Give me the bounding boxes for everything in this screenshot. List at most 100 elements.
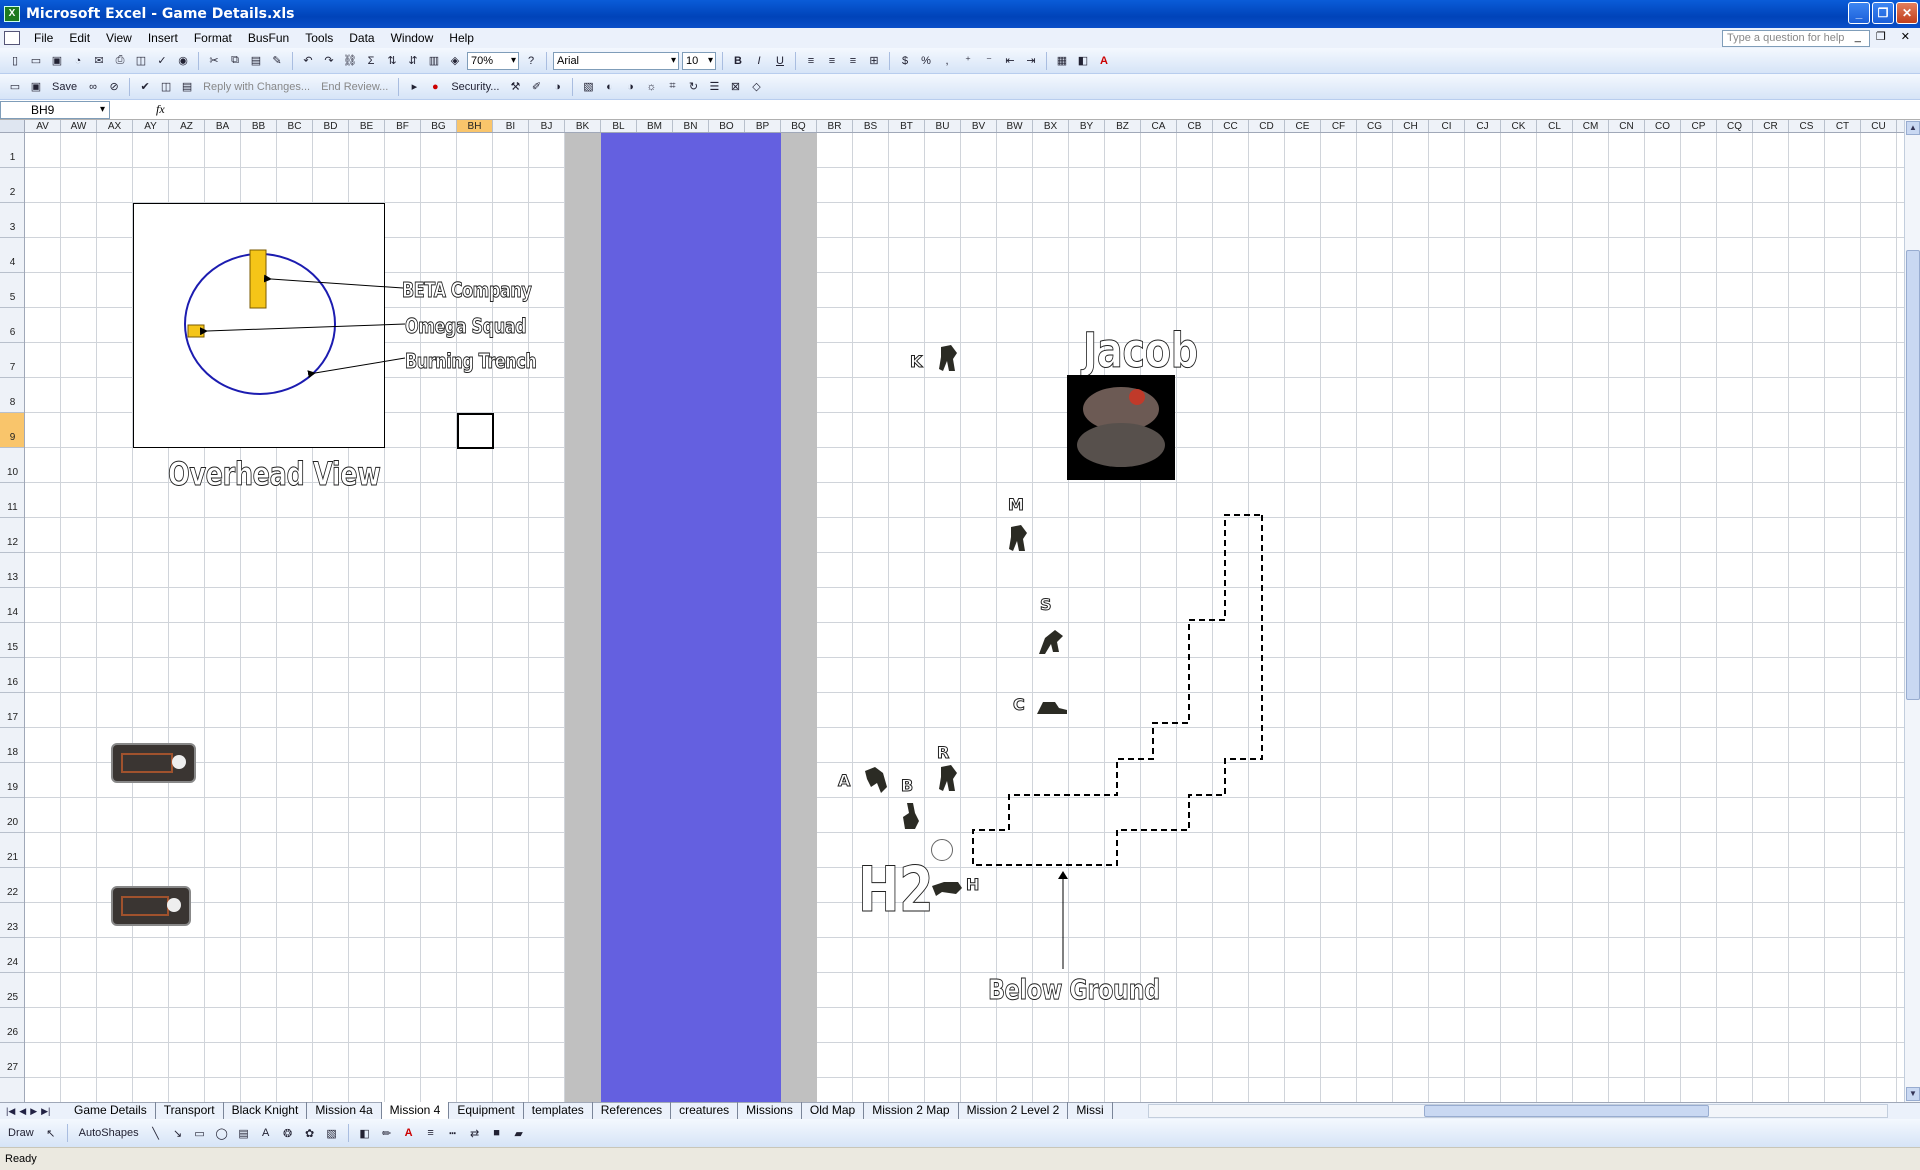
link-icon[interactable]: ∞: [84, 78, 102, 96]
sheet-tab[interactable]: Old Map: [802, 1102, 865, 1120]
column-header[interactable]: CK: [1501, 120, 1537, 132]
unit-token-h[interactable]: [930, 878, 964, 898]
column-header[interactable]: CD: [1249, 120, 1285, 132]
end-review-button[interactable]: End Review...: [317, 81, 392, 93]
column-header[interactable]: BB: [241, 120, 277, 132]
column-header[interactable]: BP: [745, 120, 781, 132]
wordart-icon[interactable]: A: [257, 1124, 275, 1142]
comma-icon[interactable]: ,: [938, 52, 956, 70]
bold-icon[interactable]: B: [729, 52, 747, 70]
save-small-icon[interactable]: ▣: [27, 78, 45, 96]
first-sheet-icon[interactable]: |◀: [6, 1106, 15, 1117]
next-sheet-icon[interactable]: ▶: [30, 1106, 37, 1117]
row-header[interactable]: 21: [0, 833, 24, 868]
unit-token-r[interactable]: [935, 763, 961, 793]
column-header[interactable]: BV: [961, 120, 997, 132]
callout-omega-squad[interactable]: Omega Squad: [405, 314, 527, 339]
line-icon[interactable]: ╲: [147, 1124, 165, 1142]
align-center-icon[interactable]: ≡: [823, 52, 841, 70]
column-header[interactable]: BL: [601, 120, 637, 132]
column-header[interactable]: CQ: [1717, 120, 1753, 132]
arrow-icon[interactable]: ↘: [169, 1124, 187, 1142]
row-header[interactable]: 8: [0, 378, 24, 413]
column-header[interactable]: BH: [457, 120, 493, 132]
underline-icon[interactable]: U: [771, 52, 789, 70]
paste-icon[interactable]: ▤: [247, 52, 265, 70]
column-header[interactable]: CU: [1861, 120, 1897, 132]
column-header[interactable]: CR: [1753, 120, 1789, 132]
column-header[interactable]: BE: [349, 120, 385, 132]
column-header[interactable]: CE: [1285, 120, 1321, 132]
unlink-icon[interactable]: ⊘: [105, 78, 123, 96]
unit-token-b[interactable]: [899, 801, 923, 831]
folder-icon[interactable]: ▭: [6, 78, 24, 96]
row-header[interactable]: 25: [0, 973, 24, 1008]
row-header[interactable]: 6: [0, 308, 24, 343]
menu-file[interactable]: File: [26, 28, 61, 48]
spelling-icon[interactable]: ✓: [153, 52, 171, 70]
unit-letter-a[interactable]: A: [837, 771, 850, 791]
column-header[interactable]: CL: [1537, 120, 1573, 132]
column-header[interactable]: BD: [313, 120, 349, 132]
column-header[interactable]: BM: [637, 120, 673, 132]
font-size-select[interactable]: 10: [682, 51, 716, 70]
objective-marker[interactable]: [931, 839, 953, 861]
shadow-icon[interactable]: ■: [488, 1124, 506, 1142]
fill-color-icon[interactable]: ◧: [1074, 52, 1092, 70]
record-icon[interactable]: ●: [426, 78, 444, 96]
review-icon[interactable]: ▤: [178, 78, 196, 96]
insert-function-icon[interactable]: fx: [156, 102, 165, 117]
overhead-view-title[interactable]: Overhead View: [168, 455, 382, 494]
increase-decimal-icon[interactable]: ⁺: [959, 52, 977, 70]
name-box[interactable]: BH9: [0, 100, 110, 119]
research-icon[interactable]: ◉: [174, 52, 192, 70]
column-header[interactable]: BS: [853, 120, 889, 132]
print-preview-icon[interactable]: ◫: [132, 52, 150, 70]
undo-icon[interactable]: ↶: [299, 52, 317, 70]
rectangle-icon[interactable]: ▭: [191, 1124, 209, 1142]
unit-token-k[interactable]: [935, 343, 961, 373]
vehicle-token-2[interactable]: [111, 886, 191, 926]
column-header[interactable]: BF: [385, 120, 421, 132]
row-header[interactable]: 24: [0, 938, 24, 973]
save-button[interactable]: Save: [48, 81, 81, 93]
textbox-icon[interactable]: ▤: [235, 1124, 253, 1142]
print-icon[interactable]: ⎙: [111, 52, 129, 70]
arrow-style-icon[interactable]: ⇄: [466, 1124, 484, 1142]
email-icon[interactable]: ✉: [90, 52, 108, 70]
sheet-tab[interactable]: creatures: [671, 1102, 739, 1120]
restore-button[interactable]: ❐: [1872, 2, 1894, 24]
row-header[interactable]: 12: [0, 518, 24, 553]
workbook-icon[interactable]: [4, 31, 20, 45]
sheet-tab[interactable]: Game Details: [66, 1102, 156, 1120]
compare-icon[interactable]: ◫: [157, 78, 175, 96]
row-header[interactable]: 13: [0, 553, 24, 588]
vertical-scrollbar[interactable]: ▲ ▼: [1904, 120, 1920, 1102]
workbook-window-controls[interactable]: _ ❐ ✕: [1855, 30, 1916, 43]
scroll-up-icon[interactable]: ▲: [1906, 121, 1920, 135]
design-mode-icon[interactable]: ✐: [527, 78, 545, 96]
row-header[interactable]: 18: [0, 728, 24, 763]
last-sheet-icon[interactable]: ▶|: [41, 1106, 50, 1117]
control-icon[interactable]: ◑: [548, 78, 566, 96]
row-header[interactable]: 15: [0, 623, 24, 658]
row-header[interactable]: 19: [0, 763, 24, 798]
increase-indent-icon[interactable]: ⇥: [1022, 52, 1040, 70]
menu-window[interactable]: Window: [383, 28, 442, 48]
row-header[interactable]: 20: [0, 798, 24, 833]
sheet-tab[interactable]: Mission 2 Map: [864, 1102, 959, 1120]
row-header[interactable]: 27: [0, 1043, 24, 1078]
column-header[interactable]: CT: [1825, 120, 1861, 132]
row-header[interactable]: 7: [0, 343, 24, 378]
merge-center-icon[interactable]: ⊞: [865, 52, 883, 70]
3d-icon[interactable]: ▰: [510, 1124, 528, 1142]
unit-token-m[interactable]: [1005, 523, 1031, 553]
column-header[interactable]: CP: [1681, 120, 1717, 132]
sheet-tab[interactable]: Transport: [156, 1102, 224, 1120]
row-header[interactable]: 5: [0, 273, 24, 308]
horizontal-scrollbar[interactable]: [1148, 1104, 1888, 1118]
menu-insert[interactable]: Insert: [140, 28, 186, 48]
close-button[interactable]: ✕: [1896, 2, 1918, 24]
diagram-icon[interactable]: ❂: [279, 1124, 297, 1142]
unit-letter-m[interactable]: M: [1008, 495, 1025, 515]
